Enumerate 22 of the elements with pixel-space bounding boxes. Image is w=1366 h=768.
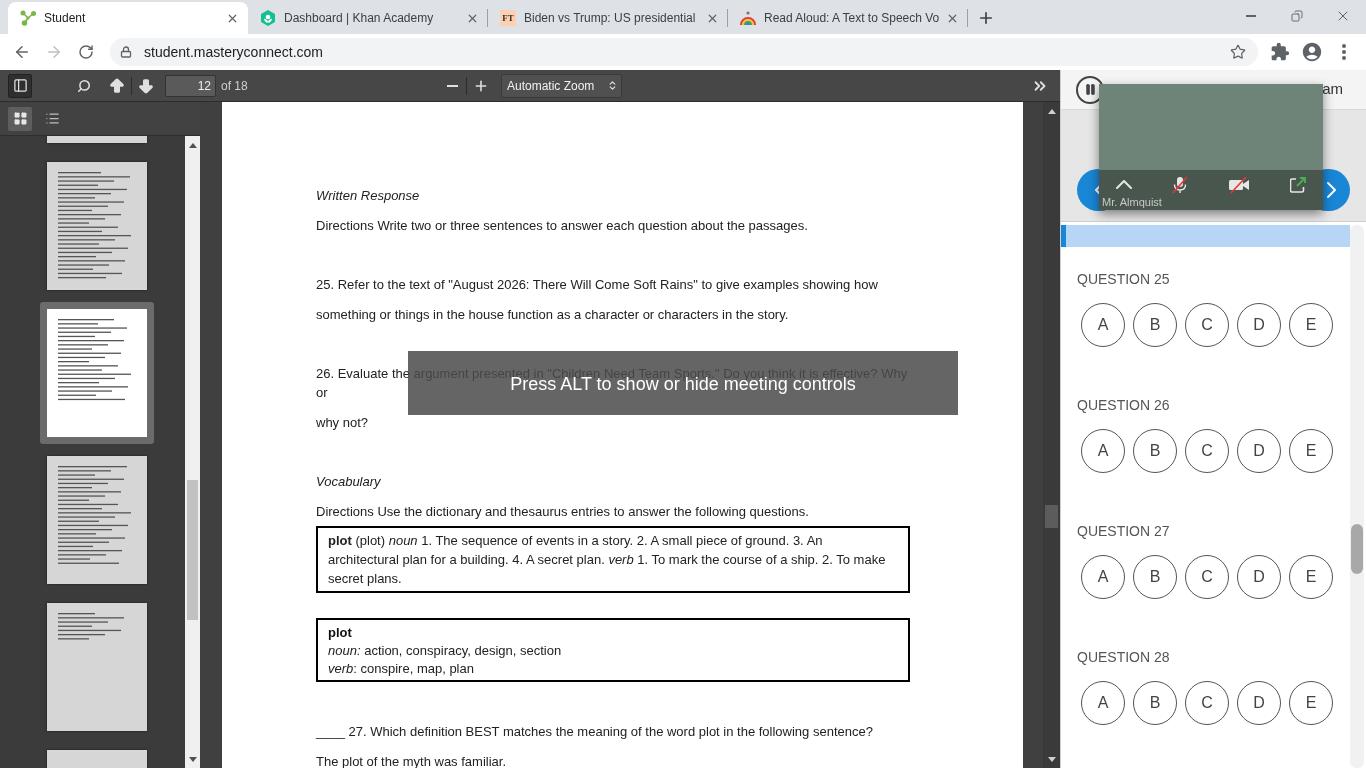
synonym-line: noun: action, conspiracy, design, section <box>328 642 562 660</box>
section-heading: Written Response <box>316 187 420 205</box>
synonym-line: verb: conspire, map, plan <box>328 660 474 678</box>
definition-text: plot (plot) noun 1. The sequence of events in a story. 2. A small piece of ground. 3. An architectural plan for a building. 4. A secret plan. verb 1. To mark the course of a ship. 2. To make secret plans. <box>328 532 887 588</box>
page-count: of 18 <box>221 77 248 95</box>
body-text: 25. Refer to the text of "August 2026: There Will Come Soft Rains" to give examples showing how <box>316 276 878 294</box>
body-text: Directions Write two or three sentences to answer each question about the passages. <box>316 217 808 235</box>
participant-name: Mr. Almquist <box>1102 196 1162 208</box>
question-label: QUESTION 26 <box>1077 396 1170 415</box>
section-heading: Vocabulary <box>316 473 381 491</box>
entry-headword: plot <box>328 624 352 642</box>
body-text: something or things in the house function as a character or characters in the story. <box>316 306 789 324</box>
question-label: QUESTION 28 <box>1077 648 1170 667</box>
body-text: Directions Use the dictionary and thesaurus entries to answer the following questions. <box>316 503 809 521</box>
letter-logo: FT <box>500 10 516 26</box>
body-text: ____ 27. Which definition BEST matches the meaning of the word plot in the following sentence? <box>316 723 873 741</box>
body-text: The plot of the myth was familiar. <box>316 753 507 768</box>
header-text: am <box>1322 79 1343 100</box>
body-text: or <box>316 384 328 402</box>
body-text: why not? <box>316 414 369 432</box>
question-label: QUESTION 27 <box>1077 522 1170 541</box>
question-label: QUESTION 25 <box>1077 270 1170 289</box>
